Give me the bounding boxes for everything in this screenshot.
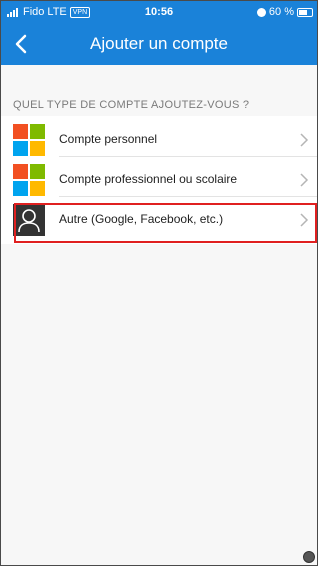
ms-logo-green [30,124,45,139]
battery-percent: 60 % [268,6,294,18]
section-heading: QUEL TYPE DE COMPTE AJOUTEZ-VOUS ? [13,99,250,111]
work-school-account-item[interactable]: Compte professionnel ou scolaire [1,156,317,196]
corner-badge-icon [303,551,315,563]
account-type-list: Compte personnel Compte professionnel ou… [1,116,317,244]
person-icon [13,204,45,236]
top-bar: Fido LTE VPN 10:56 60 % Ajouter un compt… [1,1,317,65]
ms-logo-yellow [30,141,45,156]
navigation-bar: Ajouter un compte [1,23,317,65]
ms-logo-blue [13,181,28,196]
microsoft-logo-icon [13,124,45,156]
personal-account-item[interactable]: Compte personnel [1,124,317,156]
microsoft-logo-icon [13,164,45,196]
alarm-icon [256,7,266,17]
page-title: Ajouter un compte [90,34,228,53]
ms-logo-blue [13,141,28,156]
chevron-right-icon [300,133,309,147]
ms-logo-red [13,124,28,139]
status-bar: Fido LTE VPN 10:56 60 % [1,1,317,23]
other-account-item[interactable]: Autre (Google, Facebook, etc.) [1,196,317,236]
ms-logo-yellow [30,181,45,196]
chevron-right-icon [300,173,309,187]
ms-logo-red [13,164,28,179]
person-outline-icon [18,209,40,233]
chevron-right-icon [300,213,309,227]
personal-account-label: Compte personnel [59,132,158,146]
status-right: 60 % [256,6,313,18]
ms-logo-green [30,164,45,179]
other-account-label: Autre (Google, Facebook, etc.) [59,212,224,226]
app-screen: Fido LTE VPN 10:56 60 % Ajouter un compt… [0,0,318,566]
work-school-account-label: Compte professionnel ou scolaire [59,172,238,186]
battery-icon [297,7,313,17]
